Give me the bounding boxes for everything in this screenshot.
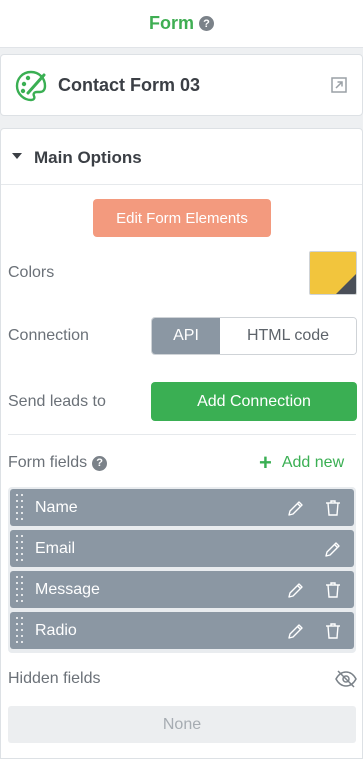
external-link-icon[interactable]	[331, 77, 347, 93]
form-card[interactable]: Contact Form 03	[0, 54, 363, 116]
form-field-item[interactable]: Email	[10, 530, 354, 567]
drag-handle-icon[interactable]	[15, 493, 25, 522]
connection-toggle: API HTML code	[151, 317, 357, 355]
form-field-item[interactable]: Message	[10, 571, 354, 608]
caret-down-icon	[12, 153, 22, 159]
add-new-label: Add new	[281, 454, 345, 471]
main-options-section: Main Options Edit Form Elements Colors C…	[0, 128, 363, 759]
connection-option-html-code[interactable]: HTML code	[220, 318, 356, 354]
main-options-header[interactable]: Main Options	[1, 129, 362, 185]
palette-icon	[15, 70, 47, 102]
add-connection-button[interactable]: Add Connection	[151, 382, 357, 421]
color-swatch[interactable]	[309, 251, 357, 295]
send-leads-label: Send leads to	[8, 393, 106, 410]
form-fields-label: Form fields	[8, 454, 88, 471]
help-icon[interactable]: ?	[199, 16, 214, 31]
form-fields-heading: Form fields ?	[8, 454, 108, 472]
panel-header: Form ?	[0, 0, 363, 48]
trash-icon[interactable]	[323, 498, 343, 518]
hidden-fields-label: Hidden fields	[8, 670, 101, 687]
field-label: Name	[35, 499, 78, 516]
edit-form-elements-button[interactable]: Edit Form Elements	[93, 199, 271, 237]
pencil-icon[interactable]	[286, 580, 306, 600]
drag-handle-icon[interactable]	[15, 616, 25, 645]
drag-handle-icon[interactable]	[15, 575, 25, 604]
hidden-fields-value: None	[8, 706, 356, 743]
section-title: Main Options	[34, 148, 142, 167]
field-label: Radio	[35, 622, 77, 639]
colors-label: Colors	[8, 264, 55, 281]
pencil-icon[interactable]	[323, 539, 343, 559]
secondary-color-triangle	[336, 274, 356, 294]
form-field-list: Name Email Message Radio	[8, 487, 356, 653]
help-icon[interactable]: ?	[92, 455, 108, 471]
trash-icon[interactable]	[323, 621, 343, 641]
eye-off-icon[interactable]	[335, 670, 357, 688]
field-label: Message	[35, 581, 100, 598]
form-name: Contact Form 03	[58, 75, 201, 95]
form-field-item[interactable]: Radio	[10, 612, 354, 649]
add-new-field-button[interactable]: + Add new	[259, 450, 345, 475]
plus-icon: +	[259, 450, 272, 475]
pencil-icon[interactable]	[286, 498, 306, 518]
connection-label: Connection	[8, 327, 89, 344]
panel-title: Form	[149, 13, 194, 33]
form-settings-panel: Form ? Contact Form 03 Main Options Edit…	[0, 0, 363, 759]
form-field-item[interactable]: Name	[10, 489, 354, 526]
divider	[8, 434, 356, 435]
trash-icon[interactable]	[323, 580, 343, 600]
connection-option-api[interactable]: API	[152, 318, 220, 354]
pencil-icon[interactable]	[286, 621, 306, 641]
field-label: Email	[35, 540, 76, 557]
drag-handle-icon[interactable]	[15, 534, 25, 563]
